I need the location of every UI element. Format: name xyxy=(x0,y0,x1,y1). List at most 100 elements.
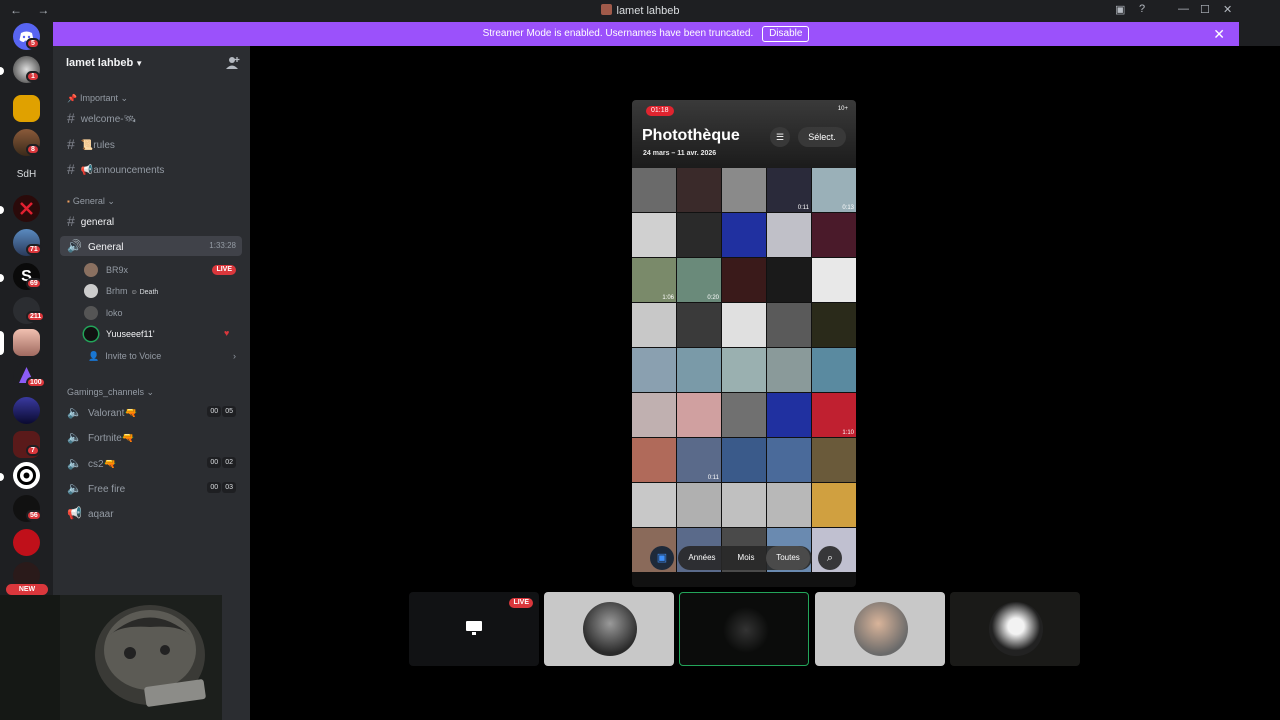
deafened-icon: ♥ xyxy=(224,328,230,338)
maximize-icon[interactable]: ☐ xyxy=(1200,3,1210,16)
photo-thumbnail[interactable] xyxy=(812,303,856,347)
participant-tile-stream[interactable]: LIVE xyxy=(409,592,539,666)
channel-general-text[interactable]: # general xyxy=(60,211,242,231)
photo-thumbnail[interactable] xyxy=(632,438,676,482)
photo-thumbnail[interactable] xyxy=(767,348,811,392)
photo-thumbnail[interactable] xyxy=(722,348,766,392)
server-icon[interactable] xyxy=(13,95,40,122)
unread-badge: 71 xyxy=(26,244,42,255)
voice-channel-freefire[interactable]: 🔈 Free fire 00 03 xyxy=(60,478,242,498)
photo-thumbnail[interactable] xyxy=(767,483,811,527)
voice-user[interactable]: Brhm ☺ Death xyxy=(84,281,242,301)
help-icon[interactable]: ? xyxy=(1139,3,1145,15)
photo-thumbnail[interactable] xyxy=(767,393,811,437)
photo-thumbnail[interactable] xyxy=(812,438,856,482)
photo-thumbnail[interactable]: 1:10 xyxy=(812,393,856,437)
channel-rules[interactable]: # 📜rules xyxy=(60,134,242,154)
server-icon-sdh[interactable]: SdH xyxy=(13,161,40,188)
photo-thumbnail[interactable]: 0:11 xyxy=(677,438,721,482)
live-badge: LIVE xyxy=(212,265,236,275)
server-name-header[interactable]: lamet lahbeb ▼ xyxy=(66,57,143,69)
avatar xyxy=(84,284,98,298)
photo-thumbnail[interactable]: 0:13 xyxy=(812,168,856,212)
gallery-bottom-bar: ▣ Années Mois Toutes ⌕ xyxy=(650,546,846,570)
voice-user-speaking[interactable]: Yuuseeef11' ♥ xyxy=(84,324,242,344)
photo-thumbnail[interactable] xyxy=(677,483,721,527)
voice-channel-cs2[interactable]: 🔈 cs2🔫 00 02 xyxy=(60,453,242,473)
participant-tile[interactable] xyxy=(544,592,674,666)
tab-all[interactable]: Toutes xyxy=(766,546,810,570)
voice-user[interactable]: loko xyxy=(84,303,242,323)
photo-thumbnail[interactable] xyxy=(722,258,766,302)
server-icon[interactable] xyxy=(13,329,40,356)
voice-channel-fortnite[interactable]: 🔈 Fortnite🔫 xyxy=(60,427,242,447)
photo-thumbnail[interactable] xyxy=(632,393,676,437)
tab-months[interactable]: Mois xyxy=(724,546,768,570)
banner-close-icon[interactable]: ✕ xyxy=(1213,22,1225,46)
server-icon[interactable] xyxy=(13,462,40,489)
photo-thumbnail[interactable] xyxy=(632,303,676,347)
photo-thumbnail[interactable] xyxy=(812,483,856,527)
minimize-icon[interactable]: — xyxy=(1178,3,1189,15)
participant-tile[interactable] xyxy=(815,592,945,666)
photo-thumbnail[interactable] xyxy=(722,438,766,482)
photo-thumbnail[interactable] xyxy=(722,168,766,212)
photo-thumbnail[interactable] xyxy=(677,168,721,212)
photo-thumbnail[interactable]: 0:11 xyxy=(767,168,811,212)
photo-thumbnail[interactable] xyxy=(812,258,856,302)
photo-thumbnail[interactable] xyxy=(677,393,721,437)
server-icon[interactable] xyxy=(13,195,40,222)
category-gaming[interactable]: Gamings_channels ⌄ xyxy=(67,387,154,398)
user-status: ☺ Death xyxy=(130,289,159,296)
voice-user[interactable]: BR9x LIVE xyxy=(84,260,242,280)
stage-icon: 📢 xyxy=(67,506,82,520)
category-general[interactable]: ▪ General ⌄ xyxy=(67,196,115,207)
disable-button[interactable]: Disable xyxy=(762,26,810,42)
avatar xyxy=(583,602,637,656)
shared-screen-phone[interactable]: 01:18 10+ Photothèque 24 mars – 11 avr. … xyxy=(632,100,856,587)
library-icon[interactable]: ▣ xyxy=(650,546,674,570)
inbox-icon[interactable]: ▣ xyxy=(1115,3,1125,16)
channel-announcements[interactable]: # 📢announcements xyxy=(60,159,242,179)
photo-thumbnail[interactable]: 0:20 xyxy=(677,258,721,302)
invite-to-voice[interactable]: 👤 Invite to Voice › xyxy=(84,346,242,366)
photo-thumbnail[interactable] xyxy=(722,303,766,347)
server-icon[interactable] xyxy=(13,397,40,424)
photo-thumbnail[interactable] xyxy=(767,303,811,347)
photo-thumbnail[interactable] xyxy=(767,258,811,302)
participant-tile-speaking[interactable] xyxy=(679,592,809,666)
photo-thumbnail[interactable] xyxy=(677,348,721,392)
server-icon[interactable] xyxy=(13,529,40,556)
channel-welcome[interactable]: # welcome-🛰 xyxy=(60,108,242,128)
participant-tile[interactable] xyxy=(950,592,1080,666)
photo-thumbnail[interactable] xyxy=(722,483,766,527)
photo-thumbnail[interactable] xyxy=(632,483,676,527)
photo-thumbnail[interactable] xyxy=(632,348,676,392)
photo-thumbnail[interactable] xyxy=(722,213,766,257)
unread-pill xyxy=(0,473,4,481)
voice-channel-general[interactable]: 🔊 General 1:33:28 xyxy=(60,236,242,256)
photo-thumbnail[interactable] xyxy=(677,213,721,257)
voice-channel-valorant[interactable]: 🔈 Valorant🔫 00 05 xyxy=(60,402,242,422)
filter-icon[interactable]: ☰ xyxy=(770,127,790,147)
unread-badge: 8 xyxy=(26,144,40,155)
photo-thumbnail[interactable] xyxy=(812,213,856,257)
category-important[interactable]: 📌 Important ⌄ xyxy=(67,93,128,104)
photo-thumbnail[interactable] xyxy=(812,348,856,392)
tab-years[interactable]: Années xyxy=(680,546,724,570)
photo-thumbnail[interactable] xyxy=(767,213,811,257)
select-button[interactable]: Sélect. xyxy=(798,127,846,147)
search-icon[interactable]: ⌕ xyxy=(818,546,842,570)
photo-thumbnail[interactable] xyxy=(767,438,811,482)
photo-thumbnail[interactable] xyxy=(632,168,676,212)
photo-thumbnail[interactable] xyxy=(722,393,766,437)
photo-thumbnail[interactable] xyxy=(677,303,721,347)
photo-thumbnail[interactable] xyxy=(632,213,676,257)
status-bar-signal: 10+ xyxy=(837,106,848,112)
add-member-icon[interactable] xyxy=(226,56,240,70)
recording-timer: 01:18 xyxy=(646,106,674,116)
video-duration: 1:06 xyxy=(662,295,674,301)
photo-thumbnail[interactable]: 1:06 xyxy=(632,258,676,302)
stage-channel-aqaar[interactable]: 📢 aqaar xyxy=(60,503,242,523)
close-icon[interactable]: ✕ xyxy=(1223,3,1232,16)
